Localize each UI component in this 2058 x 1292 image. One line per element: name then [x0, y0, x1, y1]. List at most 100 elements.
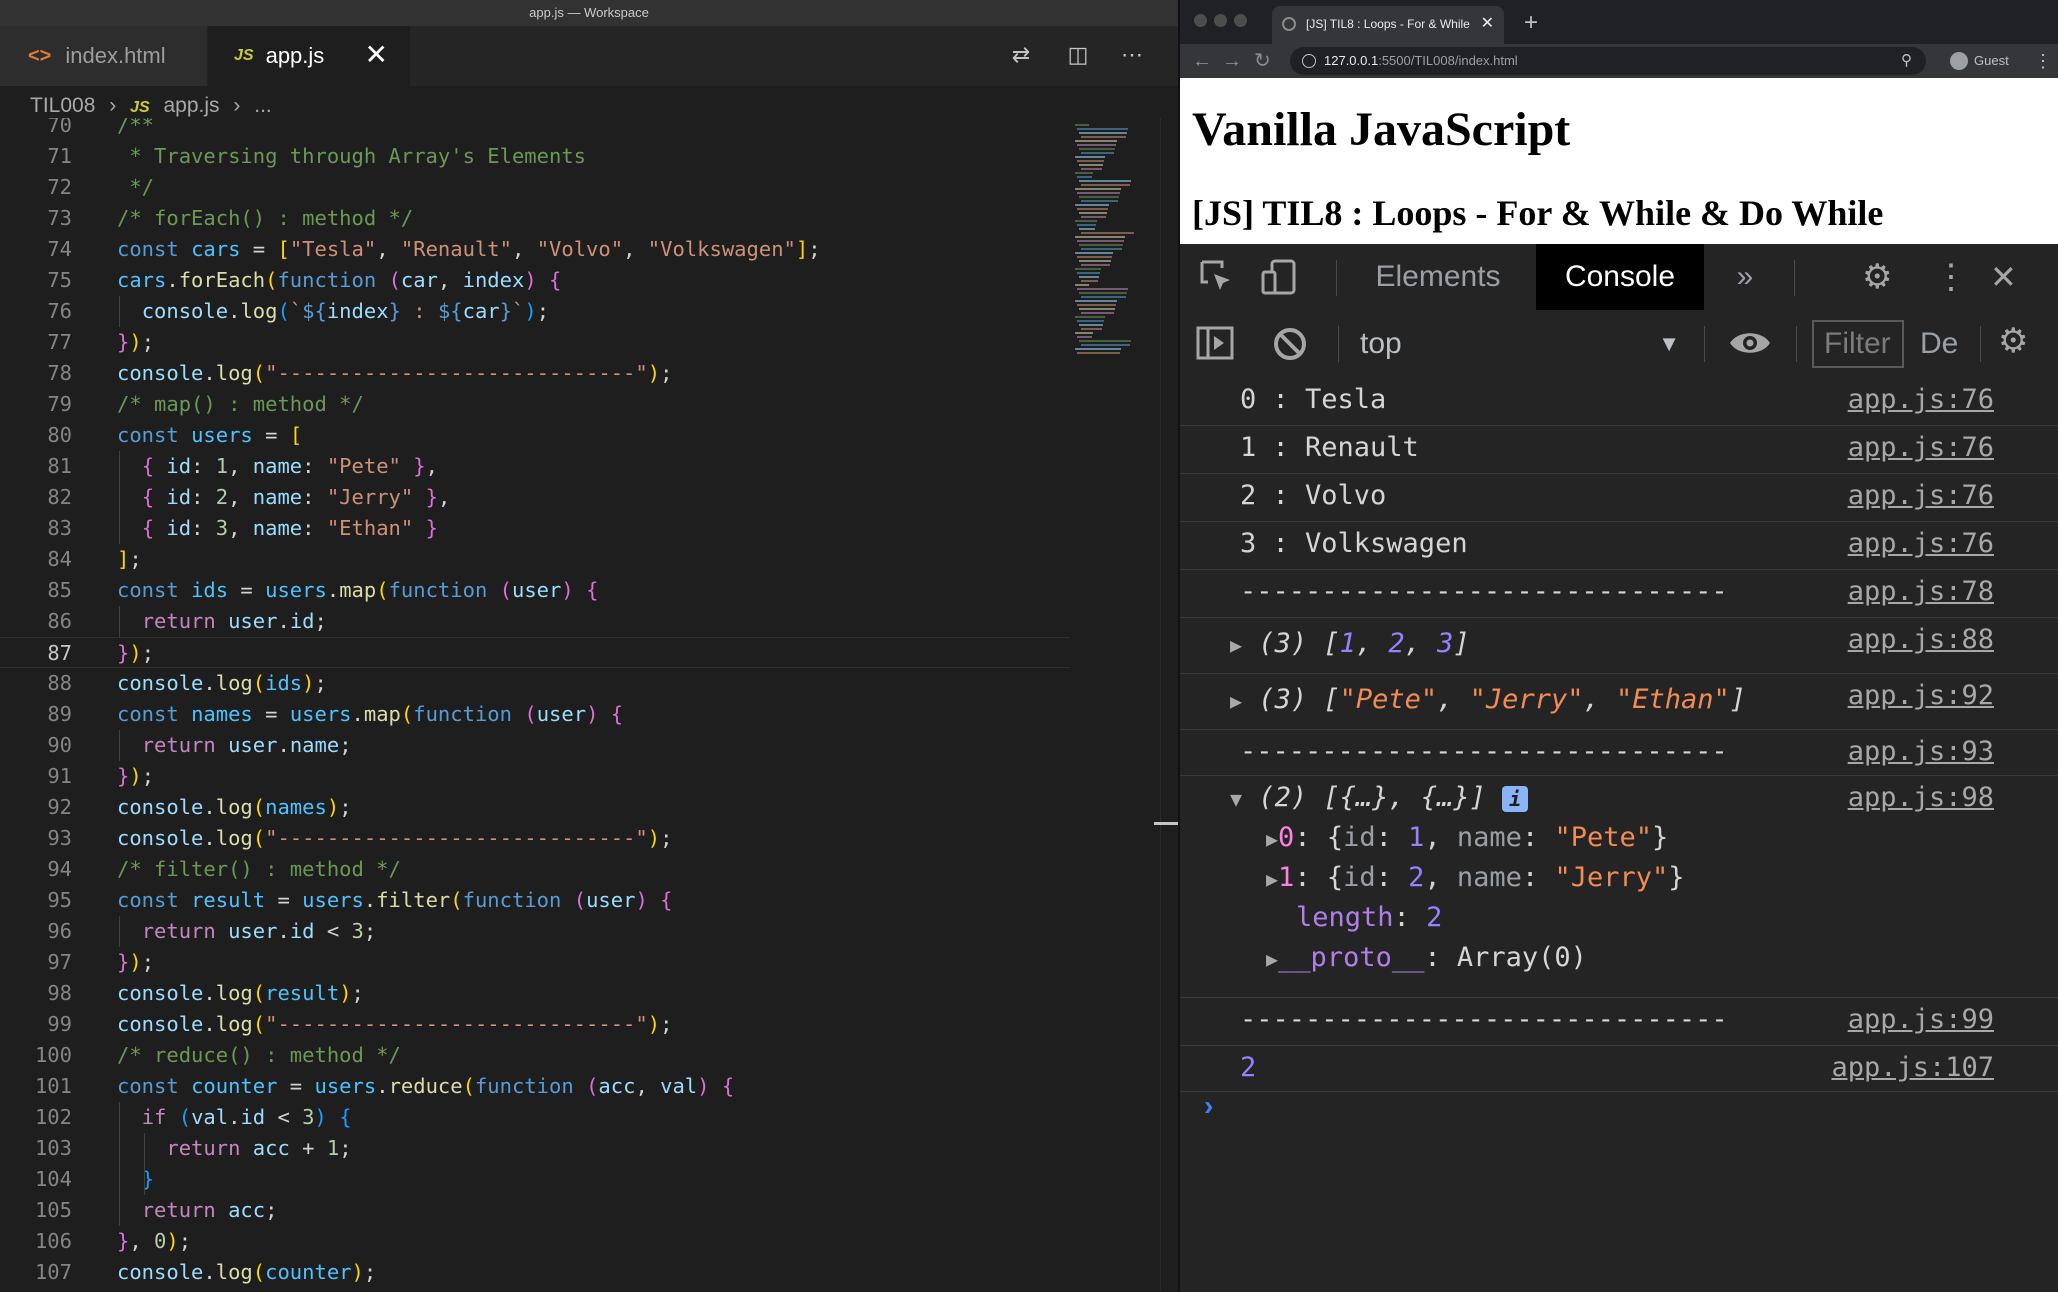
- source-link[interactable]: app.js:76: [1848, 384, 1994, 415]
- console-proto-row[interactable]: ▶__proto__: Array(0): [1266, 942, 1587, 973]
- source-link[interactable]: app.js:93: [1848, 736, 1994, 767]
- code-line[interactable]: 79 /* map() : method */: [0, 389, 1070, 420]
- context-selector[interactable]: top ▼: [1360, 310, 1680, 378]
- code-line[interactable]: 94 /* filter() : method */: [0, 854, 1070, 885]
- source-link[interactable]: app.js:107: [1831, 1052, 1994, 1083]
- expand-triangle-icon[interactable]: ▶: [1230, 689, 1242, 713]
- device-toolbar-icon[interactable]: [1260, 258, 1298, 304]
- console-array-ids[interactable]: ▶ (3) [1, 2, 3] app.js:88: [1180, 618, 2058, 674]
- address-bar[interactable]: 127.0.0.1:5500/TIL008/index.html ⚲: [1290, 47, 1926, 75]
- console-object-row[interactable]: ▶1: {id: 2, name: "Jerry"}: [1266, 862, 1685, 893]
- inspect-element-icon[interactable]: [1198, 258, 1236, 304]
- code-line[interactable]: 74 const cars = ["Tesla", "Renault", "Vol…: [0, 234, 1070, 265]
- window-zoom-icon[interactable]: [1234, 14, 1247, 27]
- code-line[interactable]: 76 console.log(`${index} : ${car}`);: [0, 296, 1070, 327]
- source-link[interactable]: app.js:76: [1848, 528, 1994, 559]
- source-link[interactable]: app.js:98: [1848, 782, 1994, 813]
- info-icon[interactable]: [1302, 54, 1316, 68]
- eye-icon[interactable]: [1728, 326, 1772, 368]
- code-line[interactable]: 81 { id: 1, name: "Pete" },: [0, 451, 1070, 482]
- code-line[interactable]: 98 console.log(result);: [0, 978, 1070, 1009]
- code-line[interactable]: 97});: [0, 947, 1070, 978]
- back-arrow-icon[interactable]: ←: [1192, 44, 1212, 78]
- code-line[interactable]: 89 const names = users.map(function (user…: [0, 699, 1070, 730]
- tab-console[interactable]: Console: [1536, 244, 1704, 310]
- code-line[interactable]: 75 cars.forEach(function (car, index) {: [0, 265, 1070, 296]
- breadcrumb-folder[interactable]: TIL008: [30, 94, 95, 117]
- console-object-row[interactable]: ▶0: {id: 1, name: "Pete"}: [1266, 822, 1668, 853]
- code-line[interactable]: 91});: [0, 761, 1070, 792]
- expand-triangle-icon[interactable]: ▶: [1230, 633, 1242, 657]
- console-array-result[interactable]: ▼ (2) [{…}, {…}] i app.js:98 ▶0: {id: 1,…: [1180, 776, 2058, 998]
- clear-console-icon[interactable]: [1272, 326, 1308, 370]
- kebab-menu-icon[interactable]: ⋮: [2034, 44, 2052, 78]
- editor-scrollbar[interactable]: [1160, 118, 1175, 1292]
- forward-arrow-icon[interactable]: →: [1222, 44, 1242, 78]
- gear-icon[interactable]: ⚙: [1998, 322, 2028, 360]
- code-line[interactable]: 96 return user.id < 3;: [0, 916, 1070, 947]
- code-editor[interactable]: 70 /** 71 * Traversing through Array's Ele…: [0, 118, 1070, 1292]
- console-prompt-icon[interactable]: ›: [1204, 1090, 1213, 1122]
- code-line[interactable]: 99 console.log("-------------------------…: [0, 1009, 1070, 1040]
- code-line[interactable]: 86 return user.id;: [0, 606, 1070, 637]
- minimap[interactable]: [1070, 118, 1160, 378]
- code-line[interactable]: 105 return acc;: [0, 1195, 1070, 1226]
- code-line[interactable]: 102 if (val.id < 3) {: [0, 1102, 1070, 1133]
- code-line[interactable]: 101 const counter = users.reduce(function…: [0, 1071, 1070, 1102]
- new-tab-button[interactable]: +: [1524, 6, 1538, 40]
- filter-input[interactable]: Filter: [1812, 320, 1904, 368]
- source-control-compare-icon[interactable]: ⇄: [1006, 40, 1036, 70]
- code-line[interactable]: 100 /* reduce() : method */: [0, 1040, 1070, 1071]
- collapse-triangle-icon[interactable]: ▼: [1230, 787, 1242, 811]
- source-link[interactable]: app.js:92: [1848, 680, 1994, 711]
- code-line[interactable]: 73 /* forEach() : method */: [0, 203, 1070, 234]
- code-line[interactable]: 84];: [0, 544, 1070, 575]
- source-link[interactable]: app.js:76: [1848, 480, 1994, 511]
- close-icon[interactable]: ✕: [1990, 258, 2017, 296]
- profile-button[interactable]: Guest: [1942, 47, 2032, 75]
- code-line[interactable]: 77});: [0, 327, 1070, 358]
- expand-triangle-icon[interactable]: ▶: [1266, 867, 1278, 891]
- console-output[interactable]: 0 : Tesla app.js:76 1 : Renault app.js:7…: [1180, 378, 2058, 1292]
- code-line[interactable]: 80 const users = [: [0, 420, 1070, 451]
- browser-tab[interactable]: [JS] TIL8 : Loops - For & While ✕: [1272, 6, 1504, 44]
- code-line[interactable]: 83 { id: 3, name: "Ethan" }: [0, 513, 1070, 544]
- code-line[interactable]: 104 }: [0, 1164, 1070, 1195]
- console-array-names[interactable]: ▶ (3) ["Pete", "Jerry", "Ethan"] app.js:…: [1180, 674, 2058, 730]
- reload-icon[interactable]: ↻: [1254, 44, 1271, 78]
- close-icon[interactable]: ✕: [365, 40, 388, 70]
- code-line[interactable]: 92 console.log(names);: [0, 792, 1070, 823]
- code-line[interactable]: 87});: [0, 637, 1070, 668]
- gear-icon[interactable]: ⚙: [1862, 258, 1892, 296]
- source-link[interactable]: app.js:76: [1848, 432, 1994, 463]
- log-levels-dropdown[interactable]: De: [1920, 310, 1958, 378]
- code-line[interactable]: 72 */: [0, 172, 1070, 203]
- code-line[interactable]: 93 console.log("-------------------------…: [0, 823, 1070, 854]
- code-line[interactable]: 71 * Traversing through Array's Elements: [0, 141, 1070, 172]
- window-minimize-icon[interactable]: [1214, 14, 1227, 27]
- tab-app-js[interactable]: JS app.js ✕: [208, 26, 410, 86]
- code-line[interactable]: 103 return acc + 1;: [0, 1133, 1070, 1164]
- source-link[interactable]: app.js:78: [1848, 576, 1994, 607]
- source-link[interactable]: app.js:99: [1848, 1004, 1994, 1035]
- window-close-icon[interactable]: [1194, 14, 1207, 27]
- breadcrumb-file[interactable]: app.js: [164, 94, 220, 117]
- scrollbar-thumb[interactable]: [1154, 822, 1178, 825]
- split-editor-icon[interactable]: ◫: [1063, 40, 1093, 70]
- code-line[interactable]: 90 return user.name;: [0, 730, 1070, 761]
- code-line[interactable]: 82 { id: 2, name: "Jerry" },: [0, 482, 1070, 513]
- sidebar-toggle-icon[interactable]: [1196, 326, 1234, 368]
- tab-index-html[interactable]: <> index.html: [0, 26, 208, 86]
- tab-elements[interactable]: Elements: [1356, 244, 1520, 310]
- code-line[interactable]: 106}, 0);: [0, 1226, 1070, 1257]
- source-link[interactable]: app.js:88: [1848, 624, 1994, 655]
- close-icon[interactable]: ✕: [1481, 6, 1494, 42]
- info-icon[interactable]: i: [1502, 785, 1529, 812]
- code-line[interactable]: 85 const ids = users.map(function (user) …: [0, 575, 1070, 606]
- more-actions-icon[interactable]: ⋯: [1117, 40, 1147, 70]
- kebab-menu-icon[interactable]: ⋮: [1934, 258, 1968, 296]
- expand-triangle-icon[interactable]: ▶: [1266, 827, 1278, 851]
- code-line[interactable]: 78 console.log("-------------------------…: [0, 358, 1070, 389]
- expand-triangle-icon[interactable]: ▶: [1266, 947, 1278, 971]
- more-tabs-icon[interactable]: »: [1720, 244, 1770, 310]
